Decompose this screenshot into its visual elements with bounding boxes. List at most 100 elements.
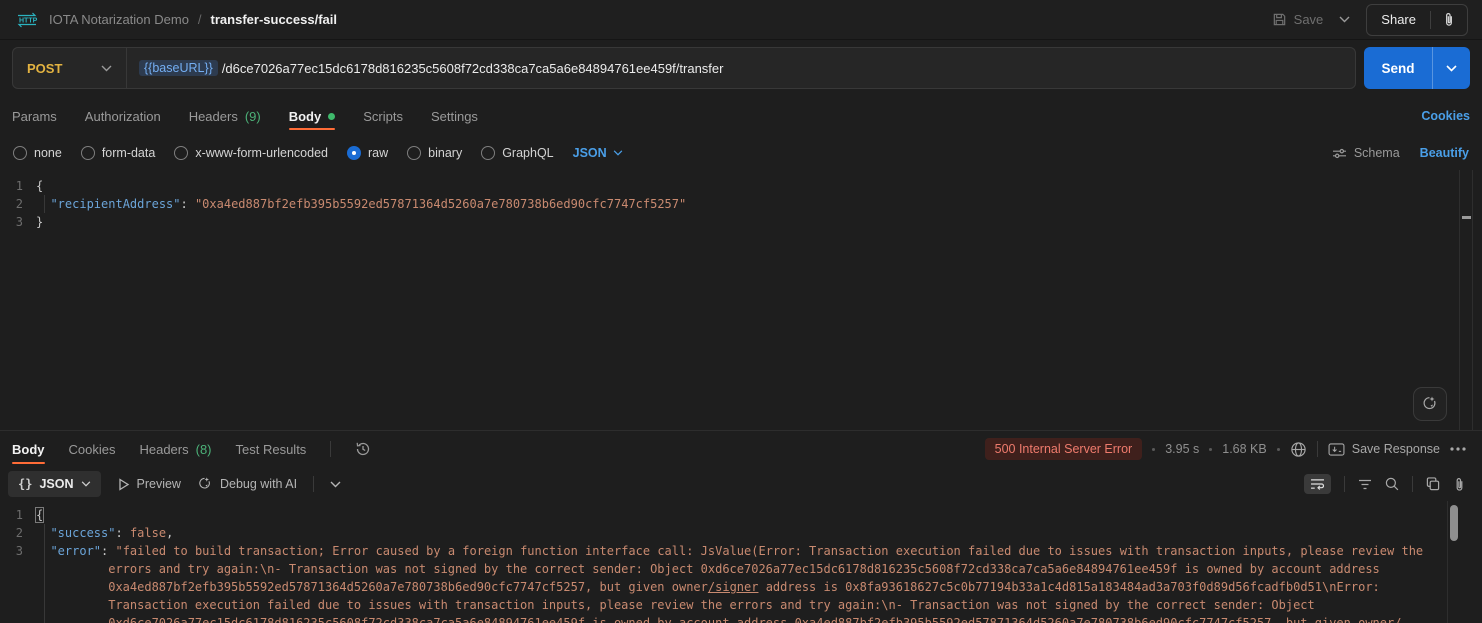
radio-graphql-label: GraphQL (502, 146, 553, 160)
radio-none[interactable]: none (13, 146, 62, 160)
request-tabs-row: Params Authorization Headers (9) Body Sc… (0, 96, 1482, 136)
copy-icon[interactable] (1426, 477, 1440, 491)
radio-x-www-form-urlencoded[interactable]: x-www-form-urlencoded (174, 146, 328, 160)
send-button[interactable]: Send (1364, 47, 1433, 89)
response-header: Body Cookies Headers (8) Test Results 50… (0, 430, 1482, 467)
schema-label: Schema (1354, 146, 1400, 160)
radio-raw-label: raw (368, 146, 388, 160)
schema-button[interactable]: Schema (1332, 146, 1400, 160)
code-line[interactable]: "error": "failed to build transaction; E… (36, 542, 1482, 623)
divider (1344, 476, 1345, 492)
response-tab-test-results-label: Test Results (236, 442, 307, 457)
request-body-editor[interactable]: 1{2 "recipientAddress": "0xa4ed887bf2efb… (0, 170, 1482, 430)
radio-circle-icon (481, 146, 495, 160)
radio-none-label: none (34, 146, 62, 160)
radio-raw[interactable]: raw (347, 146, 388, 160)
radio-binary-label: binary (428, 146, 462, 160)
share-button-group: Share (1366, 4, 1468, 36)
response-actions-chevron-icon[interactable] (330, 481, 341, 488)
body-type-options-row: none form-data x-www-form-urlencoded raw… (0, 136, 1482, 170)
breadcrumb-separator: / (198, 12, 202, 27)
beautify-link[interactable]: Beautify (1420, 146, 1469, 160)
save-button-label: Save (1294, 12, 1324, 27)
tab-settings[interactable]: Settings (431, 96, 478, 136)
response-tab-cookies[interactable]: Cookies (69, 431, 116, 467)
breadcrumb-request-name[interactable]: transfer-success/fail (211, 12, 337, 27)
response-history-icon[interactable] (355, 441, 371, 457)
copy-link-icon[interactable] (1431, 12, 1467, 27)
save-response-icon (1328, 443, 1345, 456)
line-number: 1 (0, 177, 36, 195)
breadcrumb-collection[interactable]: IOTA Notarization Demo (49, 12, 189, 27)
send-options-chevron-icon[interactable] (1433, 47, 1470, 89)
method-chevron-icon (101, 65, 112, 72)
line-number: 2 (0, 524, 36, 542)
scrollbar-thumb[interactable] (1450, 505, 1458, 541)
tab-body[interactable]: Body (289, 96, 336, 136)
filter-icon[interactable] (1358, 479, 1372, 490)
response-time[interactable]: 3.95 s (1165, 442, 1199, 456)
radio-graphql[interactable]: GraphQL (481, 146, 553, 160)
preview-button[interactable]: Preview (117, 477, 181, 491)
status-badge[interactable]: 500 Internal Server Error (985, 438, 1143, 460)
tab-scripts[interactable]: Scripts (363, 96, 403, 136)
cookies-link[interactable]: Cookies (1421, 109, 1470, 123)
indent-guide (44, 195, 45, 213)
headers-count-badge: (9) (245, 109, 261, 124)
url-variable-chip[interactable]: {{baseURL}} (139, 60, 218, 76)
radio-circle-icon (407, 146, 421, 160)
response-size[interactable]: 1.68 KB (1222, 442, 1266, 456)
response-tab-body[interactable]: Body (12, 431, 45, 467)
debug-with-ai-button[interactable]: Debug with AI (197, 476, 297, 492)
code-line[interactable]: "success": false, (36, 524, 1482, 542)
search-icon[interactable] (1385, 477, 1399, 491)
more-options-icon[interactable] (1450, 447, 1466, 451)
method-select[interactable]: POST (13, 48, 127, 88)
save-button[interactable]: Save (1272, 12, 1324, 27)
globe-icon[interactable] (1290, 441, 1307, 458)
code-line-row: 1{ (0, 177, 1482, 195)
response-editor-scrollbar[interactable] (1447, 501, 1458, 623)
divider (1412, 476, 1413, 492)
response-toolbar: {} JSON Preview Debug with AI (0, 467, 1482, 501)
code-line[interactable]: } (36, 213, 1482, 231)
request-editor-scrollbar[interactable] (1459, 170, 1473, 430)
postbot-ai-button[interactable] (1413, 387, 1447, 421)
copy-link-icon[interactable] (1453, 477, 1466, 492)
response-tab-headers[interactable]: Headers (8) (139, 431, 211, 467)
sliders-icon (1332, 147, 1347, 160)
radio-binary[interactable]: binary (407, 146, 462, 160)
floppy-save-icon (1272, 12, 1287, 27)
tab-authorization[interactable]: Authorization (85, 96, 161, 136)
word-wrap-toggle-icon[interactable] (1304, 474, 1331, 494)
breadcrumb: HTTP IOTA Notarization Demo / transfer-s… (14, 11, 337, 29)
radio-form-data-label: form-data (102, 146, 156, 160)
response-tab-headers-label: Headers (139, 442, 188, 457)
share-button[interactable]: Share (1367, 12, 1430, 27)
indent-guide (44, 524, 45, 623)
line-number: 3 (0, 542, 36, 623)
code-line[interactable]: "recipientAddress": "0xa4ed887bf2efb395b… (36, 195, 1482, 213)
tab-headers[interactable]: Headers (9) (189, 96, 261, 136)
play-icon (117, 478, 130, 491)
radio-form-data[interactable]: form-data (81, 146, 156, 160)
code-line-row: 2 "success": false, (0, 524, 1482, 542)
code-line[interactable]: { (36, 506, 1482, 524)
response-format-select[interactable]: {} JSON (8, 471, 101, 497)
url-input[interactable]: {{baseURL}} /d6ce7026a77ec15dc6178d81623… (127, 60, 735, 76)
raw-language-select[interactable]: JSON (573, 146, 623, 160)
tab-params[interactable]: Params (12, 96, 57, 136)
radio-circle-selected-icon (347, 146, 361, 160)
dot-separator (1277, 448, 1280, 451)
response-tab-test-results[interactable]: Test Results (236, 431, 307, 467)
response-body-editor[interactable]: 1{2 "success": false,3 "error": "failed … (0, 501, 1482, 623)
save-response-button[interactable]: Save Response (1328, 442, 1440, 456)
braces-icon: {} (18, 477, 32, 491)
code-line[interactable]: { (36, 177, 1482, 195)
code-line-row: 1{ (0, 506, 1482, 524)
save-options-chevron-icon[interactable] (1335, 12, 1354, 27)
divider (1317, 441, 1318, 457)
format-chevron-icon (81, 481, 91, 487)
response-tab-cookies-label: Cookies (69, 442, 116, 457)
preview-label: Preview (137, 477, 181, 491)
